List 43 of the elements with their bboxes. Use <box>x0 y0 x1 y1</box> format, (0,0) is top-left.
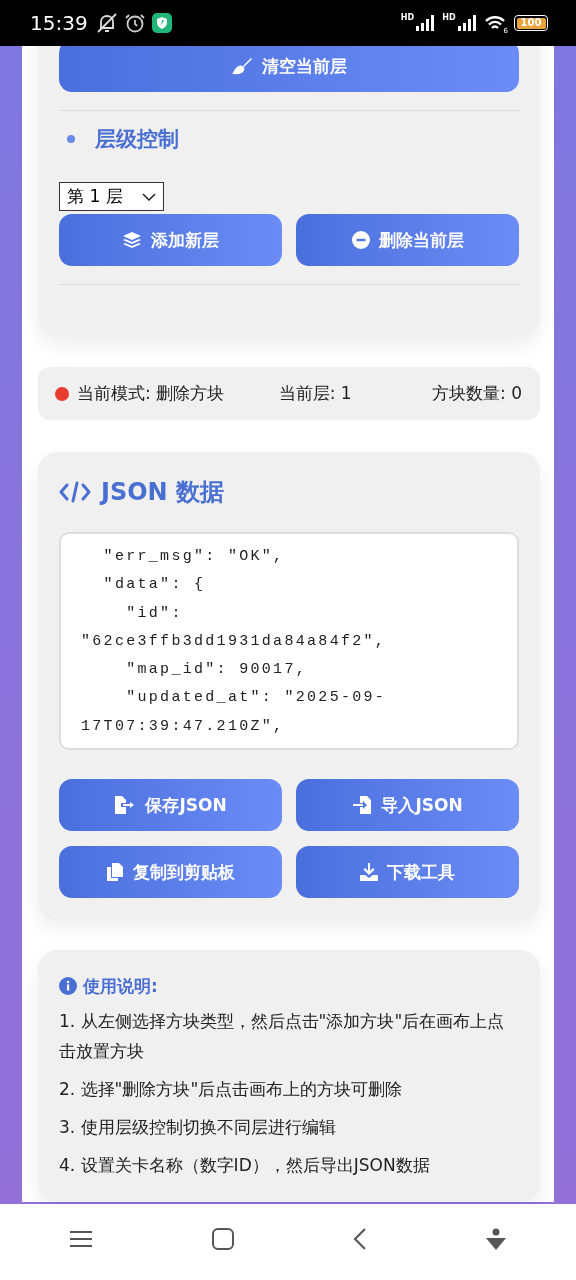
info-icon <box>59 977 77 995</box>
instruction-step: 1. 从左侧选择方块类型，然后点击"添加方块"后在画布上点击放置方块 <box>59 1006 519 1066</box>
network-label: HD <box>400 12 415 22</box>
code-icon <box>59 481 91 503</box>
layer-select[interactable]: 第 1 层 <box>59 182 164 211</box>
layers-icon <box>122 231 142 249</box>
add-layer-button[interactable]: 添加新层 <box>59 214 282 266</box>
signal-icon <box>416 15 437 31</box>
instruction-step: 4. 设置关卡名称（数字ID），然后导出JSON数据 <box>59 1150 519 1180</box>
broom-icon <box>231 57 253 75</box>
clock-time: 15:39 <box>30 11 88 35</box>
delete-layer-button[interactable]: 删除当前层 <box>296 214 519 266</box>
instructions-title: 使用说明: <box>83 974 158 998</box>
clear-layer-button[interactable]: 清空当前层 <box>59 46 519 92</box>
import-json-button[interactable]: 导入JSON <box>296 779 519 831</box>
battery-icon: 100 <box>514 15 548 31</box>
shield-app-icon <box>151 13 172 33</box>
mode-text: 当前模式: 删除方块 <box>77 382 226 405</box>
layer-text: 当前层: 1 <box>278 382 353 405</box>
back-icon[interactable] <box>354 1228 366 1250</box>
chevron-down-icon <box>142 192 156 201</box>
save-json-button[interactable]: 保存JSON <box>59 779 282 831</box>
signal-icon <box>457 15 478 31</box>
bell-off-icon <box>95 12 118 34</box>
network-label: HD <box>442 12 456 22</box>
menu-icon[interactable] <box>70 1230 92 1248</box>
instruction-step: 3. 使用层级控制切换不同层进行编辑 <box>59 1112 519 1142</box>
card-title: JSON 数据 <box>101 477 225 508</box>
download-button[interactable]: 下载工具 <box>296 846 519 898</box>
bullet-icon <box>67 135 75 143</box>
download-icon <box>360 863 378 881</box>
json-text-area[interactable]: "err_msg": "OK", "data": { "id": "62ce3ffb3dd1931da84a84f2", "map_id": 90017, "updated_at": "2025-09- 17T07:39:47.210Z", <box>59 532 519 750</box>
person-icon[interactable] <box>486 1228 506 1250</box>
block-count: 方块数量: 0 <box>432 382 522 405</box>
copy-icon <box>106 863 124 881</box>
file-import-icon <box>352 796 373 814</box>
minus-circle-icon <box>351 231 370 249</box>
copy-button[interactable]: 复制到剪贴板 <box>59 846 282 898</box>
section-title: 层级控制 <box>95 126 179 153</box>
status-dot-icon <box>55 386 69 401</box>
home-square-icon[interactable] <box>212 1228 234 1250</box>
instruction-step: 2. 选择"删除方块"后点击画布上的方块可删除 <box>59 1074 519 1104</box>
alarm-clock-icon <box>123 12 146 34</box>
